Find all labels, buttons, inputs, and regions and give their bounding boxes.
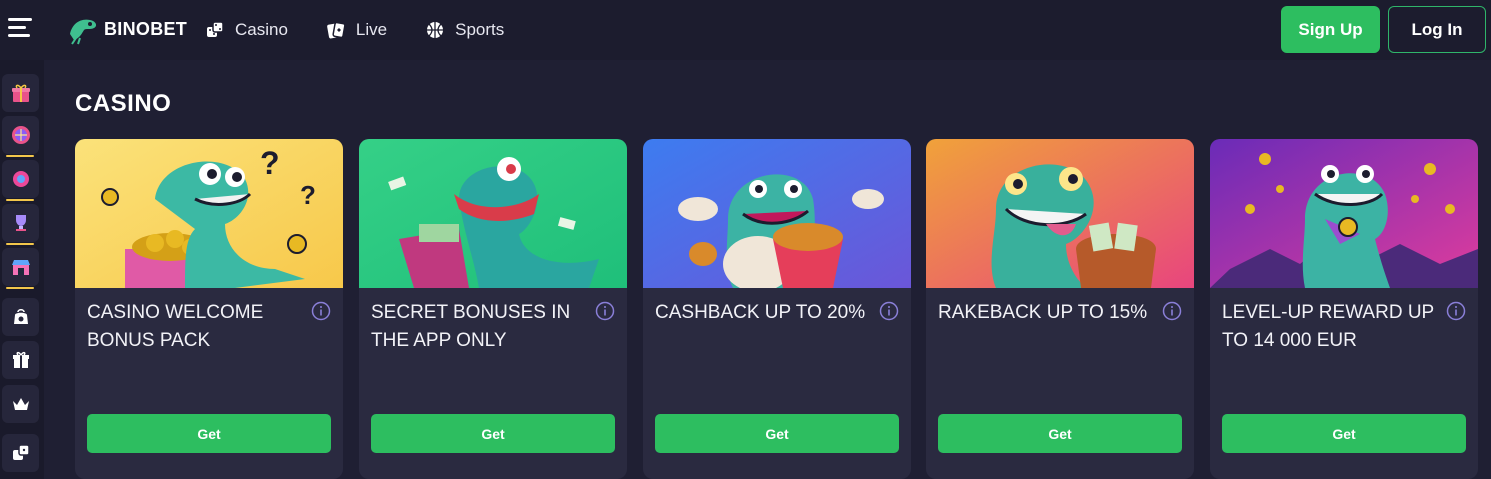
dino-logo-icon [70,19,97,45]
get-button[interactable]: Get [371,414,615,453]
dice-icon [12,444,30,460]
main-nav: Casino Live Sports [205,0,504,60]
nav-live[interactable]: Live [326,20,387,40]
crown-icon [12,398,29,410]
shop-icon [11,260,30,275]
rail-underline-2 [6,199,34,201]
info-icon[interactable] [311,301,331,321]
rail-gift[interactable] [2,341,39,379]
logo[interactable]: BINOBET [66,12,187,46]
nav-casino-label: Casino [235,20,288,39]
section-title: CASINO [75,90,172,117]
promo-card-image: ? ? [75,139,343,288]
bag-icon [13,309,28,324]
sign-up-button[interactable]: Sign Up [1281,6,1380,53]
menu-icon[interactable] [8,18,32,40]
nav-sports[interactable]: Sports [425,20,504,40]
info-icon[interactable] [595,301,615,321]
slot-icon [12,171,29,187]
dino-chicken-illustration [643,139,911,288]
wheel-icon [11,126,30,144]
nav-sports-label: Sports [455,20,505,39]
rail-shop[interactable] [2,248,39,286]
rail-dice[interactable] [2,434,39,472]
get-button[interactable]: Get [655,414,899,453]
promo-card-title: CASHBACK UP TO 20% [655,302,866,323]
promo-card-title: LEVEL-UP REWARD UP TO 14 000 EUR [1222,302,1434,351]
svg-text:?: ? [300,180,316,210]
dino-medal-illustration [1210,139,1478,288]
dice-icon [207,21,224,37]
get-button[interactable]: Get [1222,414,1466,453]
promo-card-image [926,139,1194,288]
svg-text:?: ? [260,145,280,181]
rail-underline-3 [6,243,34,245]
side-rail [0,60,44,479]
info-icon[interactable] [1446,301,1466,321]
dino-wallet-illustration [359,139,627,288]
promo-card-title: CASINO WELCOME BONUS PACK [87,302,264,351]
rail-trophy[interactable] [2,204,39,242]
promo-card[interactable]: ? ? CASINO WELCOME BONUS PACK Get [75,139,343,479]
basketball-icon [427,22,444,38]
info-icon[interactable] [879,301,899,321]
top-header: BINOBET Casino Live Sports Sign Up Log I… [0,0,1491,60]
trophy-icon [15,215,26,231]
rail-crown[interactable] [2,385,39,423]
promo-card-title: SECRET BONUSES IN THE APP ONLY [371,302,571,351]
promo-card[interactable]: SECRET BONUSES IN THE APP ONLY Get [359,139,627,479]
nav-live-label: Live [355,20,388,39]
gift-box-icon [11,84,30,102]
rail-active-underline [6,155,34,157]
promo-card[interactable]: LEVEL-UP REWARD UP TO 14 000 EUR Get [1210,139,1478,479]
logo-text: BINOBET [104,18,188,39]
rail-gift-box[interactable] [2,74,39,112]
gift-icon [12,351,29,368]
rail-underline-4 [6,287,34,289]
rail-bag[interactable] [2,298,39,336]
log-in-button[interactable]: Log In [1388,6,1486,53]
promo-card[interactable]: CASHBACK UP TO 20% Get [643,139,911,479]
dino-money-bag-illustration [926,139,1194,288]
promo-card-image [643,139,911,288]
promo-card-image [1210,139,1478,288]
promo-card[interactable]: RAKEBACK UP TO 15% Get [926,139,1194,479]
rail-wheel[interactable] [2,116,39,154]
nav-casino[interactable]: Casino [205,20,288,40]
get-button[interactable]: Get [87,414,331,453]
cards-icon [327,21,346,39]
get-button[interactable]: Get [938,414,1182,453]
promo-card-image [359,139,627,288]
info-icon[interactable] [1162,301,1182,321]
rail-slot[interactable] [2,160,39,198]
dino-coins-illustration: ? ? [75,139,343,288]
promo-card-title: RAKEBACK UP TO 15% [938,302,1148,323]
